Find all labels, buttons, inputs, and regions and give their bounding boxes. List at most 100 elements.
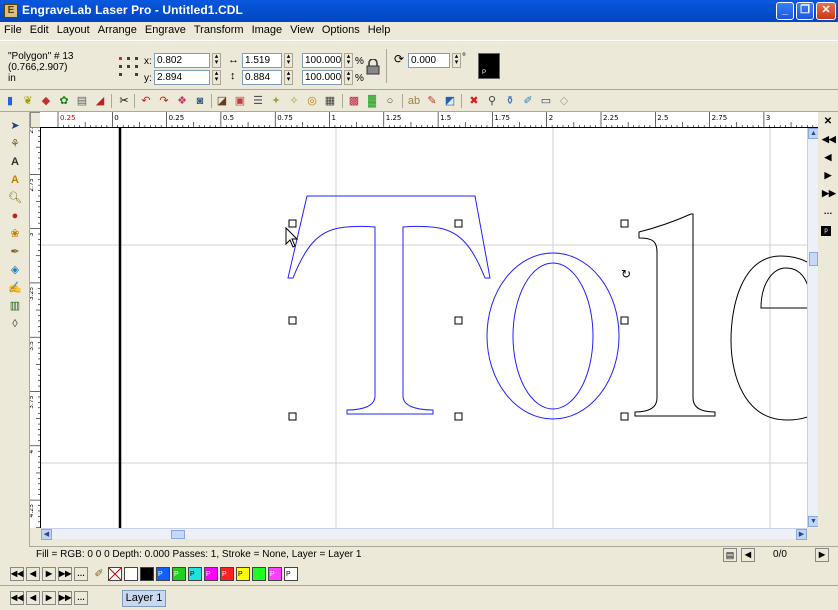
y-spinner[interactable]: ▴ ▾	[212, 70, 221, 85]
layer-more-button[interactable]: …	[74, 591, 88, 605]
palette-swatch[interactable]	[252, 567, 266, 581]
combine-icon[interactable]: ✦	[268, 93, 284, 109]
page-prev-button[interactable]: ◀	[741, 548, 755, 562]
new-file-icon[interactable]: ▮	[2, 93, 18, 109]
palette-swatch[interactable]: P	[156, 567, 170, 581]
menu-help[interactable]: Help	[364, 22, 395, 36]
layer-tab-layer-1[interactable]: Layer 1	[122, 590, 166, 607]
palette-swatch[interactable]: P	[188, 567, 202, 581]
palette-swatch[interactable]	[140, 567, 154, 581]
fill-color-box[interactable]: P	[478, 53, 500, 79]
redo-icon[interactable]: ↷	[156, 93, 172, 109]
letter-t-outline[interactable]	[287, 195, 491, 415]
close-button[interactable]: ✕	[816, 2, 836, 20]
menu-transform[interactable]: Transform	[190, 22, 248, 36]
x-position-field[interactable]: 0.802	[154, 53, 210, 68]
menu-view[interactable]: View	[286, 22, 318, 36]
horizontal-scroll-thumb[interactable]	[171, 530, 185, 539]
rotation-spinner[interactable]: ▴ ▾	[452, 53, 461, 68]
engrave-icon[interactable]: ◢	[92, 93, 108, 109]
align-icon[interactable]: ☰	[250, 93, 266, 109]
anchor-grid-icon[interactable]	[118, 55, 140, 79]
selection-handles[interactable]	[288, 219, 629, 421]
export-icon[interactable]: ✿	[56, 93, 72, 109]
letter-l-outline[interactable]	[634, 213, 716, 417]
pen-icon[interactable]: ✐	[92, 567, 106, 581]
layers-icon[interactable]: ▓	[364, 93, 380, 109]
page-next-button[interactable]: ▶	[815, 548, 829, 562]
minimize-button[interactable]: _	[776, 2, 794, 20]
trim-icon[interactable]: ◙	[192, 93, 208, 109]
break-apart-icon[interactable]: ✧	[286, 93, 302, 109]
table-icon[interactable]: ▦	[322, 93, 338, 109]
more-icon[interactable]: …	[822, 206, 834, 216]
weld-icon[interactable]: ❖	[174, 93, 190, 109]
clipboard-icon[interactable]: ▤	[723, 548, 737, 562]
vertical-ruler[interactable]: 2.5 2.75 3 3.25 3.5 3.75 4 4.25	[30, 128, 41, 528]
scale-height-field[interactable]: 100.000	[302, 70, 342, 85]
lock-ratio-icon[interactable]	[366, 58, 380, 75]
scroll-right-button[interactable]: ▶	[796, 529, 807, 540]
horizontal-ruler[interactable]: 0.25 0 0.25 0.5 0.75 1 1.25 1.5 1.75 2 2.25 2.5 2.75…	[40, 112, 818, 128]
shape-tool-icon[interactable]: ●	[7, 208, 23, 224]
height-spinner[interactable]: ▴ ▾	[284, 70, 293, 85]
width-field[interactable]: 1.519	[242, 53, 282, 68]
x-spinner[interactable]: ▴ ▾	[212, 53, 221, 68]
scale-height-spinner[interactable]: ▴ ▾	[344, 70, 353, 85]
palette-swatch[interactable]: P	[268, 567, 282, 581]
node-edit-icon[interactable]: ✎	[424, 93, 440, 109]
cut-icon[interactable]: ✂	[116, 93, 132, 109]
layer-next-button[interactable]: ▶	[42, 591, 56, 605]
fill-tool-icon[interactable]: ◈	[7, 262, 23, 278]
scale-width-field[interactable]: 100.000	[302, 53, 342, 68]
first-icon[interactable]: ◀◀	[822, 134, 836, 145]
palette-last-button[interactable]: ▶▶	[58, 567, 72, 581]
next-icon[interactable]: ▶	[822, 170, 834, 181]
palette-swatch[interactable]	[124, 567, 138, 581]
zoom-tool-icon[interactable]: 🔍︎	[7, 190, 23, 206]
palette-swatch[interactable]: P	[204, 567, 218, 581]
menu-engrave[interactable]: Engrave	[141, 22, 190, 36]
rotation-field[interactable]: 0.000	[408, 53, 450, 68]
letter-e-outline[interactable]	[730, 255, 807, 421]
rotary-icon[interactable]: ▩	[346, 93, 362, 109]
palette-swatch[interactable]: P	[284, 567, 298, 581]
menu-options[interactable]: Options	[318, 22, 364, 36]
layer-first-button[interactable]: ◀◀	[10, 591, 24, 605]
open-file-icon[interactable]: ❦	[20, 93, 36, 109]
scroll-left-button[interactable]: ◀	[41, 529, 52, 540]
barcode-tool-icon[interactable]: ▥	[7, 298, 23, 314]
palette-prev-button[interactable]: ◀	[26, 567, 40, 581]
palette-swatch[interactable]: P	[172, 567, 186, 581]
drawing-canvas[interactable]: ↻	[41, 128, 807, 528]
import-icon[interactable]: ◆	[38, 93, 54, 109]
width-spinner[interactable]: ▴ ▾	[284, 53, 293, 68]
menu-image[interactable]: Image	[248, 22, 287, 36]
maximize-button[interactable]: ❐	[796, 2, 814, 20]
vertical-scroll-thumb[interactable]	[809, 252, 818, 266]
fill-bucket-icon[interactable]: ⚱	[502, 93, 518, 109]
eraser-icon[interactable]: ◇	[556, 93, 572, 109]
menu-file[interactable]: File	[0, 22, 26, 36]
horizontal-scrollbar[interactable]: ◀ ▶	[41, 528, 807, 540]
color-swatch-black[interactable]: p	[821, 226, 831, 236]
print-icon[interactable]: ▤	[74, 93, 90, 109]
artistic-text-icon[interactable]: A	[7, 172, 23, 188]
image-icon[interactable]: ◩	[442, 93, 458, 109]
eraser-tool-icon[interactable]: ◊	[7, 316, 23, 332]
text-tool-icon[interactable]: A	[7, 154, 23, 170]
menu-edit[interactable]: Edit	[26, 22, 53, 36]
no-color-swatch[interactable]	[108, 567, 122, 581]
undo-icon[interactable]: ↶	[138, 93, 154, 109]
pointer-tool-icon[interactable]: ➤	[7, 118, 23, 134]
screen-icon[interactable]: ▭	[538, 93, 554, 109]
palette-first-button[interactable]: ◀◀	[10, 567, 24, 581]
palette-next-button[interactable]: ▶	[42, 567, 56, 581]
clipart-tool-icon[interactable]: ❀	[7, 226, 23, 242]
y-position-field[interactable]: 2.894	[154, 70, 210, 85]
layer-prev-button[interactable]: ◀	[26, 591, 40, 605]
layer-last-button[interactable]: ▶▶	[58, 591, 72, 605]
delete-icon[interactable]: ✖	[466, 93, 482, 109]
menu-arrange[interactable]: Arrange	[94, 22, 141, 36]
last-icon[interactable]: ▶▶	[822, 188, 836, 199]
